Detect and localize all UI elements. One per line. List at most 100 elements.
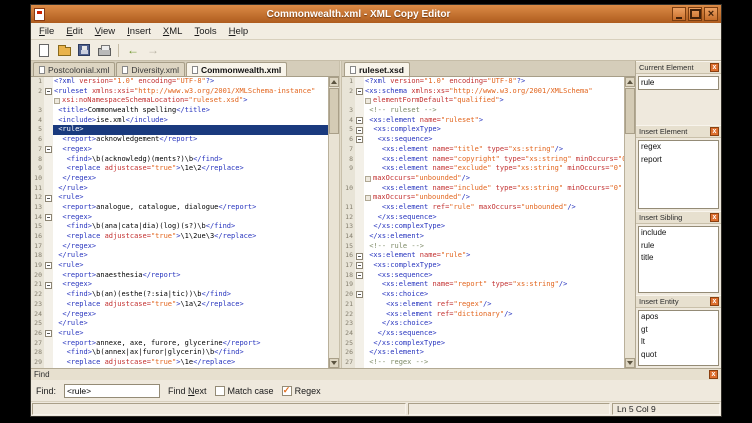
list-item[interactable]: rule: [639, 240, 718, 253]
code-line[interactable]: 24 </xs:sequence>: [342, 329, 624, 339]
left-editor[interactable]: 1<?xml version="1.0" encoding="UTF-8"?>2…: [31, 77, 339, 368]
code-line[interactable]: 2<xs:schema xmlns:xs="http://www.w3.org/…: [342, 87, 624, 97]
fold-collapse-icon[interactable]: [45, 262, 52, 269]
code-line[interactable]: 23 </xs:choice>: [342, 319, 624, 329]
fold-collapse-icon[interactable]: [45, 146, 52, 153]
code-line[interactable]: 17 </regex>: [31, 242, 328, 252]
close-button[interactable]: [704, 7, 718, 21]
code-line[interactable]: 9 <xs:element name="exclude" type="xs:st…: [342, 164, 624, 174]
fold-collapse-icon[interactable]: [356, 262, 363, 269]
maximize-button[interactable]: [688, 7, 702, 21]
vertical-scrollbar[interactable]: [328, 77, 339, 368]
code-line[interactable]: 21 <regex>: [31, 280, 328, 290]
fold-collapse-icon[interactable]: [45, 330, 52, 337]
code-line[interactable]: 2<ruleset xmlns:xsi="http://www.w3.org/2…: [31, 87, 328, 97]
fold-collapse-icon[interactable]: [356, 272, 363, 279]
scroll-up-icon[interactable]: [329, 77, 339, 87]
list-item[interactable]: quot: [639, 349, 718, 362]
code-line[interactable]: 11 <xs:element ref="rule" maxOccurs="unb…: [342, 203, 624, 213]
code-line[interactable]: 26 <rule>: [31, 329, 328, 339]
title-bar[interactable]: Commonwealth.xml - XML Copy Editor: [31, 5, 721, 23]
menu-xml[interactable]: XML: [157, 25, 189, 38]
menu-file[interactable]: File: [33, 25, 60, 38]
right-editor[interactable]: 1<?xml version="1.0" encoding="UTF-8"?>2…: [342, 77, 635, 368]
list-item[interactable]: include: [639, 227, 718, 240]
code-line[interactable]: 28 <find>\b(annex|ax|furor|glycerin)\b</…: [31, 348, 328, 358]
fold-collapse-icon[interactable]: [356, 117, 363, 124]
menu-edit[interactable]: Edit: [60, 25, 88, 38]
code-line[interactable]: 10 <xs:element name="include" type="xs:s…: [342, 184, 624, 194]
code-line[interactable]: 12 <rule>: [31, 193, 328, 203]
code-line[interactable]: 16 <replace adjustcase="true">\1\2ue\3</…: [31, 232, 328, 242]
code-line[interactable]: 10 </regex>: [31, 174, 328, 184]
new-button[interactable]: [35, 41, 53, 59]
menu-insert[interactable]: Insert: [121, 25, 157, 38]
list-item[interactable]: title: [639, 252, 718, 265]
code-line[interactable]: 23 <replace adjustcase="true">\1a\2</rep…: [31, 300, 328, 310]
close-icon[interactable]: x: [710, 63, 719, 72]
fold-collapse-icon[interactable]: [356, 291, 363, 298]
code-line[interactable]: 3 <title>Commonwealth spelling</title>: [31, 106, 328, 116]
tab-postcolonial-xml[interactable]: Postcolonial.xml: [33, 62, 115, 76]
code-line[interactable]: 27 <report>annexe, axe, furore, glycerin…: [31, 339, 328, 349]
code-line[interactable]: 8 <find>\b(acknowledg)(ments?)\b</find>: [31, 155, 328, 165]
list-item[interactable]: report: [639, 154, 718, 167]
code-line[interactable]: 26 </xs:element>: [342, 348, 624, 358]
fold-collapse-icon[interactable]: [356, 127, 363, 134]
code-line[interactable]: 20 <xs:choice>: [342, 290, 624, 300]
code-line[interactable]: 11 </rule>: [31, 184, 328, 194]
code-line[interactable]: 1<?xml version="1.0" encoding="UTF-8"?>: [342, 77, 624, 87]
code-line[interactable]: 15 <!-- rule -->: [342, 242, 624, 252]
scroll-up-icon[interactable]: [625, 77, 635, 87]
code-line[interactable]: 6 <xs:sequence>: [342, 135, 624, 145]
code-line[interactable]: 4 <include>ise.xml</include>: [31, 116, 328, 126]
code-line[interactable]: 29 <replace adjustcase="true">\1e</repla…: [31, 358, 328, 368]
code-line[interactable]: 22 <find>\b(an)(esthe(?:sia|tic))\b</fin…: [31, 290, 328, 300]
code-line[interactable]: 8 <xs:element name="copyright" type="xs:…: [342, 155, 624, 165]
code-line[interactable]: 27 <!-- regex -->: [342, 358, 624, 368]
undo-button[interactable]: [124, 41, 142, 59]
fold-collapse-icon[interactable]: [356, 136, 363, 143]
code-line[interactable]: 13 <report>analogue, catalogue, dialogue…: [31, 203, 328, 213]
redo-button[interactable]: [144, 41, 162, 59]
code-line[interactable]: 5 <xs:complexType>: [342, 125, 624, 135]
code-line[interactable]: maxOccurs="unbounded"/>: [342, 174, 624, 184]
minimize-button[interactable]: [672, 7, 686, 21]
fold-collapse-icon[interactable]: [356, 88, 363, 95]
code-line[interactable]: 25 </xs:complexType>: [342, 339, 624, 349]
current-element-field[interactable]: rule: [638, 76, 719, 90]
find-input[interactable]: [64, 384, 160, 398]
fold-collapse-icon[interactable]: [45, 195, 52, 202]
scroll-down-icon[interactable]: [329, 358, 339, 368]
code-line[interactable]: 20 <report>anaesthesia</report>: [31, 271, 328, 281]
tab-commonwealth-xml[interactable]: Commonwealth.xml: [186, 62, 287, 76]
fold-collapse-icon[interactable]: [45, 214, 52, 221]
list-item[interactable]: apos: [639, 311, 718, 324]
code-line[interactable]: 5 <rule>: [31, 125, 328, 135]
close-icon[interactable]: x: [710, 297, 719, 306]
match-case-checkbox[interactable]: [215, 386, 225, 396]
regex-checkbox[interactable]: [282, 386, 292, 396]
save-button[interactable]: [75, 41, 93, 59]
code-line[interactable]: 19 <rule>: [31, 261, 328, 271]
close-icon[interactable]: x: [709, 370, 718, 379]
code-line[interactable]: 18 </rule>: [31, 251, 328, 261]
scroll-down-icon[interactable]: [625, 358, 635, 368]
fold-collapse-icon[interactable]: [45, 88, 52, 95]
close-icon[interactable]: x: [710, 127, 719, 136]
menu-view[interactable]: View: [89, 25, 121, 38]
code-line[interactable]: 9 <replace adjustcase="true">\1e\2</repl…: [31, 164, 328, 174]
code-line[interactable]: 17 <xs:complexType>: [342, 261, 624, 271]
scrollbar-thumb[interactable]: [625, 88, 635, 134]
tab-ruleset-xsd[interactable]: ruleset.xsd: [344, 62, 410, 76]
tab-diversity-xml[interactable]: Diversity.xml: [116, 62, 185, 76]
code-line[interactable]: 6 <report>acknowledgement</report>: [31, 135, 328, 145]
code-line[interactable]: 3 <!-- ruleset -->: [342, 106, 624, 116]
code-line[interactable]: 21 <xs:element ref="regex"/>: [342, 300, 624, 310]
code-line[interactable]: xsi:noNamespaceSchemaLocation="ruleset.x…: [31, 96, 328, 106]
code-line[interactable]: 22 <xs:element ref="dictionary"/>: [342, 310, 624, 320]
find-next-button[interactable]: Find Next: [168, 386, 207, 396]
fold-collapse-icon[interactable]: [356, 253, 363, 260]
code-line[interactable]: 14 <regex>: [31, 213, 328, 223]
code-line[interactable]: maxOccurs="unbounded"/>: [342, 193, 624, 203]
